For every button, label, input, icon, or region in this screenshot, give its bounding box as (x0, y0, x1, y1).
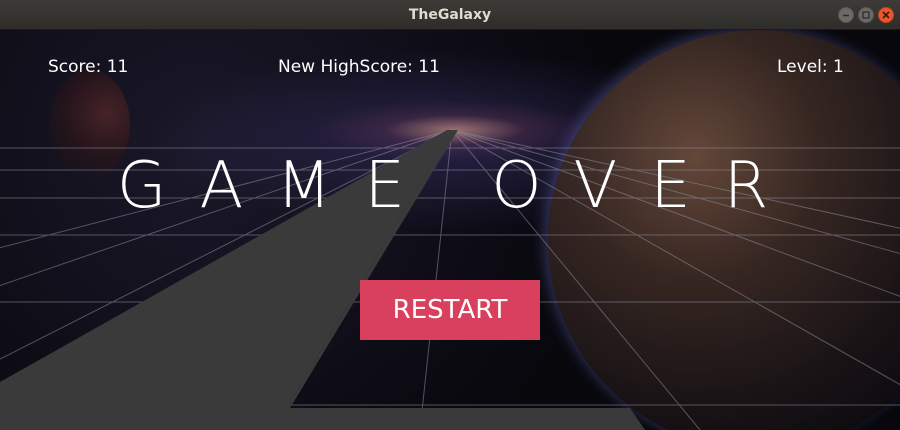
maximize-icon (862, 11, 870, 19)
maximize-button[interactable] (858, 7, 874, 23)
level-label: Level: 1 (777, 57, 844, 77)
minimize-icon (843, 14, 849, 17)
close-button[interactable] (878, 7, 894, 23)
restart-button[interactable]: RESTART (360, 280, 540, 340)
game-over-title: GAME OVER (116, 149, 802, 223)
close-icon (882, 11, 890, 19)
title-bar[interactable]: TheGalaxy (0, 0, 900, 30)
highscore-label: New HighScore: 11 (278, 57, 440, 77)
score-label: Score: 11 (48, 57, 129, 77)
game-canvas: Score: 11 New HighScore: 11 Level: 1 GAM… (0, 30, 900, 430)
game-window: TheGalaxy Score: 11 New HighScore: 11 Le… (0, 0, 900, 430)
minimize-button[interactable] (838, 7, 854, 23)
window-title: TheGalaxy (408, 7, 492, 23)
perspective-grid (0, 129, 900, 430)
